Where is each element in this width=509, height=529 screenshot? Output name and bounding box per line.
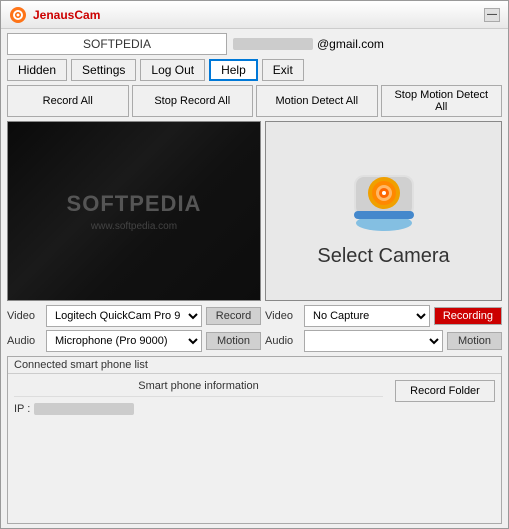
camera-overlay-url: www.softpedia.com xyxy=(91,221,177,232)
right-audio-select[interactable] xyxy=(304,330,443,352)
title-bar: JenausCam — xyxy=(1,1,508,29)
select-camera-text: Select Camera xyxy=(317,245,449,268)
nav-buttons-row: Hidden Settings Log Out Help Exit xyxy=(7,59,502,81)
settings-button[interactable]: Settings xyxy=(71,59,136,81)
controls-right: Video No Capture Recording Audio Motion xyxy=(265,305,502,352)
stop-record-all-button[interactable]: Stop Record All xyxy=(132,85,254,117)
left-video-label: Video xyxy=(7,310,42,322)
email-suffix: @gmail.com xyxy=(317,37,384,51)
minimize-button[interactable]: — xyxy=(484,8,500,22)
top-bar: SOFTPEDIA @gmail.com xyxy=(7,33,502,55)
left-video-control: Video Logitech QuickCam Pro 9 Record xyxy=(7,305,261,327)
phone-ip-label: IP : xyxy=(14,403,30,415)
logout-button[interactable]: Log Out xyxy=(140,59,205,81)
camera-left-view: SOFTPEDIA www.softpedia.com xyxy=(7,121,261,301)
motion-detect-all-button[interactable]: Motion Detect All xyxy=(256,85,378,117)
right-video-label: Video xyxy=(265,310,300,322)
record-all-button[interactable]: Record All xyxy=(7,85,129,117)
record-folder-button[interactable]: Record Folder xyxy=(395,380,495,402)
softpedia-label: SOFTPEDIA xyxy=(7,33,227,55)
camera-placeholder-icon xyxy=(344,155,424,235)
controls-left: Video Logitech QuickCam Pro 9 Record Aud… xyxy=(7,305,261,352)
phone-ip-blur xyxy=(34,403,134,415)
phone-section: Connected smart phone list Smart phone i… xyxy=(7,356,502,524)
phone-content: Smart phone information IP : Record Fold… xyxy=(8,374,501,523)
phone-info-area: Smart phone information IP : xyxy=(8,374,389,523)
hidden-button[interactable]: Hidden xyxy=(7,59,67,81)
record-button[interactable]: Record xyxy=(206,307,261,325)
left-motion-button[interactable]: Motion xyxy=(206,332,261,350)
recording-button[interactable]: Recording xyxy=(434,307,502,325)
email-blur xyxy=(233,38,313,50)
cameras-row: SOFTPEDIA www.softpedia.com xyxy=(7,121,502,301)
camera-right-view: Select Camera xyxy=(265,121,502,301)
phone-section-header: Connected smart phone list xyxy=(8,357,501,374)
stop-motion-detect-all-button[interactable]: Stop Motion Detect All xyxy=(381,85,503,117)
right-motion-button[interactable]: Motion xyxy=(447,332,502,350)
left-audio-control: Audio Microphone (Pro 9000) Motion xyxy=(7,330,261,352)
help-button[interactable]: Help xyxy=(209,59,258,81)
right-video-control: Video No Capture Recording xyxy=(265,305,502,327)
right-audio-label: Audio xyxy=(265,335,300,347)
phone-ip-row: IP : xyxy=(14,401,383,417)
right-audio-control: Audio Motion xyxy=(265,330,502,352)
main-window: JenausCam — SOFTPEDIA @gmail.com Hidden … xyxy=(0,0,509,529)
left-video-select[interactable]: Logitech QuickCam Pro 9 xyxy=(46,305,202,327)
left-audio-select[interactable]: Microphone (Pro 9000) xyxy=(46,330,202,352)
camera-left-bg: SOFTPEDIA www.softpedia.com xyxy=(8,122,260,300)
app-title: JenausCam xyxy=(33,8,100,22)
action-buttons-row: Record All Stop Record All Motion Detect… xyxy=(7,85,502,117)
left-audio-label: Audio xyxy=(7,335,42,347)
phone-info-header: Smart phone information xyxy=(14,380,383,397)
camera-overlay-title: SOFTPEDIA xyxy=(67,191,202,217)
main-content: SOFTPEDIA @gmail.com Hidden Settings Log… xyxy=(1,29,508,528)
right-video-select[interactable]: No Capture xyxy=(304,305,430,327)
controls-row: Video Logitech QuickCam Pro 9 Record Aud… xyxy=(7,305,502,352)
email-area: @gmail.com xyxy=(233,37,384,51)
exit-button[interactable]: Exit xyxy=(262,59,304,81)
app-icon xyxy=(9,6,27,24)
